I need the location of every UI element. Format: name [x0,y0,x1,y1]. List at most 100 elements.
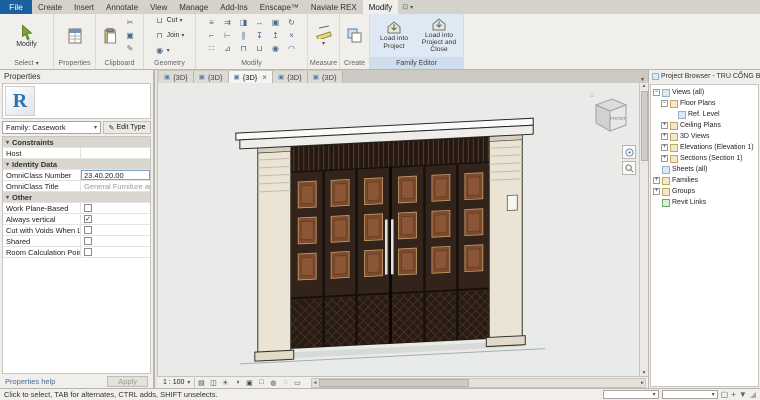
property-value[interactable] [81,148,150,158]
unpin-tool-icon[interactable]: ↥ [268,29,284,41]
view-tab[interactable]: ▣{3D} [308,71,343,83]
property-row[interactable]: Room Calculation Point [3,247,150,258]
crop-visibility-icon[interactable]: □ [255,378,267,388]
property-row[interactable]: OmniClass Number23.40.20.00 [3,170,150,181]
properties-palette-button[interactable] [65,28,85,44]
collapse-icon[interactable]: − [653,89,660,96]
offset-tool-icon[interactable]: ⇉ [220,16,236,28]
modify-tool-button[interactable]: Modify [14,24,39,48]
modify-panel-label[interactable]: Modify [196,57,307,69]
property-row[interactable]: Host [3,148,150,159]
property-value[interactable]: General Furniture and Spec... [81,181,150,191]
sun-path-icon[interactable]: ☀ [219,378,231,388]
tree-item-revit-links[interactable]: Revit Links [651,197,758,208]
tree-item-ceiling-plans[interactable]: +Ceiling Plans [651,120,758,131]
measure-panel-label[interactable]: Measure [308,57,339,69]
visual-style-icon[interactable]: ◫ [207,378,219,388]
expand-icon[interactable]: + [661,144,668,151]
gate-family-3d-model[interactable] [158,83,648,376]
drawing-area[interactable]: ⌂ FRONT ▲▼ [157,83,648,376]
resize-grip[interactable]: ◢ [750,390,756,399]
vertical-scroll-thumb[interactable] [641,91,648,161]
crop-view-icon[interactable]: ▣ [243,378,255,388]
vertical-scrollbar[interactable]: ▲▼ [639,83,648,376]
tree-item-families[interactable]: +Families [651,175,758,186]
reveal-hidden-icon[interactable]: ◌ [279,378,291,388]
steering-wheel-icon[interactable] [622,145,636,159]
split-tool-icon[interactable]: ∥ [236,29,252,41]
pin-tool-icon[interactable]: ↧ [252,29,268,41]
scroll-right-icon[interactable]: ► [640,380,645,386]
delete-tool-icon[interactable]: × [284,29,300,41]
paste-button[interactable] [101,28,119,44]
ribbon-tab-insert[interactable]: Insert [68,0,100,14]
join-tool-icon[interactable]: ⊓ [236,42,252,54]
geometry-panel-label[interactable]: Geometry [144,57,195,69]
property-row[interactable]: Shared [3,236,150,247]
checkbox[interactable] [84,248,92,256]
viewcube-home-icon[interactable]: ⌂ [590,92,594,99]
select-panel-label[interactable]: Select▾ [0,57,53,69]
scroll-up-icon[interactable]: ▲ [642,83,647,89]
tree-item-ref-level[interactable]: Ref. Level [651,109,758,120]
tree-item-sheets-all-[interactable]: Sheets (all) [651,164,758,175]
horizontal-scroll-thumb[interactable] [319,379,469,387]
ribbon-tab-add-ins[interactable]: Add-Ins [214,0,254,14]
collapse-icon[interactable]: − [661,100,668,107]
load-into-project-close-button[interactable]: Load into Project and Close [418,18,460,53]
expand-icon[interactable]: + [661,155,668,162]
expand-icon[interactable]: + [661,133,668,140]
ribbon-tab-create[interactable]: Create [32,0,68,14]
ribbon-tab-view[interactable]: View [144,0,173,14]
modify-options-icon[interactable]: ⊡ ▾ [398,0,417,14]
ribbon-tab-manage[interactable]: Manage [173,0,214,14]
create-similar-button[interactable] [345,28,364,43]
scroll-down-icon[interactable]: ▼ [642,370,647,376]
copy-tool-icon[interactable]: ▣ [268,16,284,28]
ribbon-tab-modify[interactable]: Modify [363,0,399,14]
ribbon-tab-enscape-[interactable]: Enscape™ [254,0,305,14]
create-panel-label[interactable]: Create [340,57,369,69]
checkbox[interactable]: ✓ [84,215,92,223]
shadows-icon[interactable]: ◑ [231,378,243,388]
property-value[interactable] [81,203,150,213]
family-type-dropdown[interactable]: Family: Casework▾ [2,121,101,134]
scale-tool-icon[interactable]: ⊿ [220,42,236,54]
viewcube[interactable]: ⌂ FRONT [584,89,632,139]
file-menu-button[interactable]: File [0,0,32,14]
scale-control[interactable]: 1 : 100▾ [159,378,195,388]
properties-help-link[interactable]: Properties help [5,377,55,386]
tree-item-elevations-elevation-1-[interactable]: +Elevations (Elevation 1) [651,142,758,153]
press-drag-icon[interactable]: + [731,390,736,399]
property-value[interactable] [81,236,150,246]
apply-button[interactable]: Apply [107,376,148,387]
tree-item-sections-section-1-[interactable]: +Sections (Section 1) [651,153,758,164]
edit-type-button[interactable]: ✎Edit Type [103,121,151,134]
mirror-tool-icon[interactable]: ◨ [236,16,252,28]
properties-section-header[interactable]: ▾Identity Data [3,159,150,170]
ribbon-tab-naviate-rex[interactable]: Naviate REX [305,0,363,14]
close-tab-icon[interactable]: × [262,73,267,82]
expand-icon[interactable]: + [653,188,660,195]
cut-icon[interactable]: ✂ [122,17,138,29]
clipboard-panel-label[interactable]: Clipboard [96,57,143,69]
checkbox[interactable] [84,237,92,245]
project-browser-title[interactable]: Project Browser - TRU CỔNG BIMEDU... [649,70,760,83]
view-tab[interactable]: ▣{3D} [194,71,229,83]
checkbox[interactable] [84,226,92,234]
extend-tool-icon[interactable]: ⊢ [220,29,236,41]
tree-item-floor-plans[interactable]: −Floor Plans [651,98,758,109]
property-value[interactable]: 23.40.20.00 [81,170,150,180]
property-row[interactable]: Always vertical✓ [3,214,150,225]
unjoin-tool-icon[interactable]: ⊔ [252,42,268,54]
paint-tool-icon[interactable]: ◉ [268,42,284,54]
copy-icon[interactable]: ▣ [122,30,138,42]
cut-geometry-button[interactable]: ⊔Cut▾ [153,14,187,28]
viewcube-front-label[interactable]: FRONT [610,116,626,121]
tree-item-groups[interactable]: +Groups [651,186,758,197]
array-tool-icon[interactable]: ∷ [204,42,220,54]
type-selector[interactable]: R [2,83,151,119]
view-tab[interactable]: ▣{3D} [273,71,308,83]
temporary-hide-icon[interactable]: ◍ [267,378,279,388]
property-value[interactable] [81,247,150,257]
